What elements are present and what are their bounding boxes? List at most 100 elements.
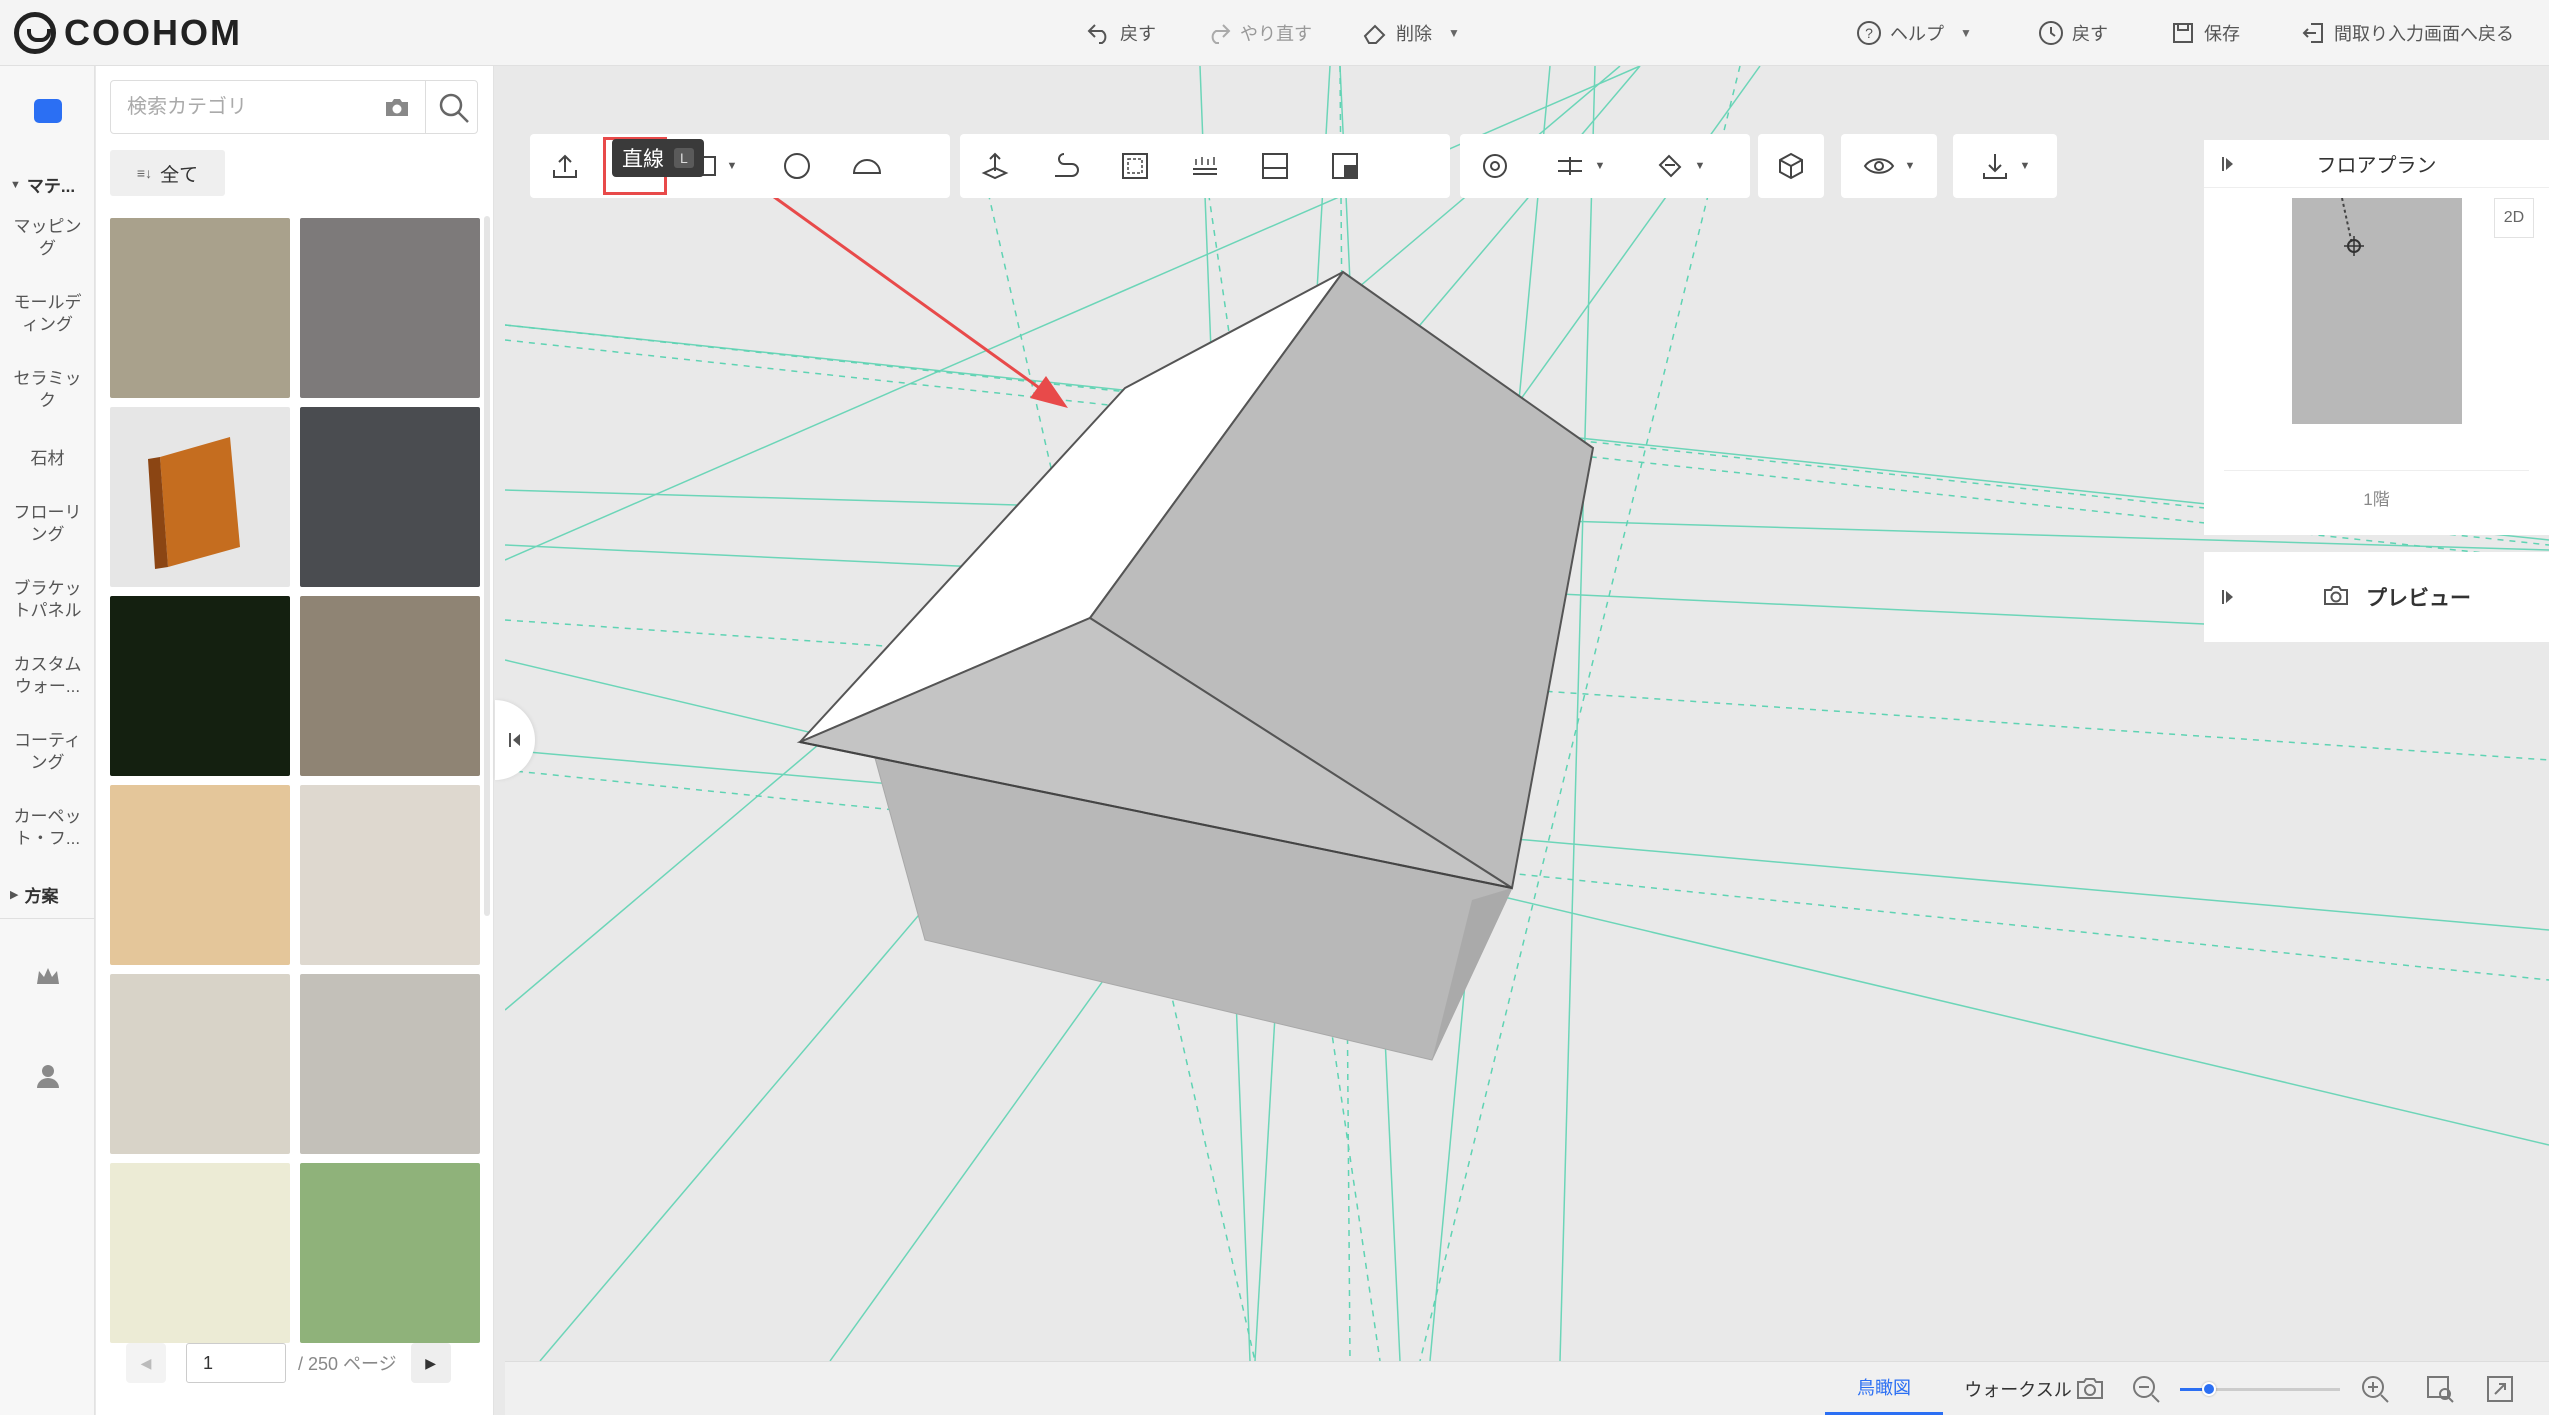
- chevron-down-icon: ▼: [1960, 26, 1972, 40]
- material-tile-green-paint[interactable]: [300, 1163, 480, 1343]
- zoom-slider[interactable]: [2180, 1382, 2340, 1396]
- import-button[interactable]: [530, 134, 600, 198]
- line-tool-tooltip: 直線 L: [612, 139, 704, 177]
- material-tile-maple[interactable]: [110, 785, 290, 965]
- section-materials-label: マテ...: [26, 177, 76, 196]
- tab-walkthrough[interactable]: ウォークスル: [1953, 1362, 2083, 1415]
- app-logo[interactable]: COOHOM: [14, 10, 242, 56]
- rail-item-custom-wall[interactable]: カスタムウォー...: [0, 654, 95, 698]
- chevron-down-icon: ▼: [2019, 160, 2031, 172]
- search-box: [110, 80, 478, 134]
- export-toolbar: ▼: [1953, 134, 2057, 198]
- material-tile-light-oak-planks[interactable]: [300, 596, 480, 776]
- rail-item-stone[interactable]: 石材: [0, 448, 95, 470]
- clock-icon: [2038, 20, 2064, 46]
- help-button[interactable]: ? ヘルプ ▼: [1856, 16, 1972, 50]
- follow-path-tool[interactable]: [1030, 134, 1100, 198]
- component-tool[interactable]: [1758, 134, 1824, 198]
- save-button[interactable]: 保存: [2170, 16, 2240, 50]
- split-tool[interactable]: [1240, 134, 1310, 198]
- export-tool[interactable]: ▼: [1953, 134, 2057, 198]
- prev-page-button[interactable]: ◀: [126, 1343, 166, 1383]
- redo-label: やり直す: [1240, 24, 1312, 44]
- undo-icon: [1086, 20, 1112, 46]
- fullscreen-icon[interactable]: [2485, 1374, 2515, 1404]
- panel-scrollbar[interactable]: [484, 216, 490, 916]
- zoom-out-icon[interactable]: [2131, 1374, 2161, 1404]
- tab-birdseye[interactable]: 鳥瞰図: [1825, 1362, 1943, 1415]
- floorplan-minimap[interactable]: [2292, 197, 2462, 424]
- group-tool[interactable]: [1310, 134, 1380, 198]
- list-filter-icon: ≡↓: [136, 165, 153, 181]
- expand-panel-icon[interactable]: [2204, 155, 2252, 173]
- section-materials[interactable]: ▼ マテ...: [10, 172, 75, 197]
- help-icon: ?: [1856, 20, 1882, 46]
- material-tile-dark-concrete[interactable]: [300, 407, 480, 587]
- arc-tool[interactable]: [832, 134, 902, 198]
- zoom-slider-handle[interactable]: [2201, 1382, 2216, 1396]
- material-tile-dark-green[interactable]: [110, 596, 290, 776]
- visibility-tool[interactable]: ▼: [1841, 134, 1937, 198]
- left-rail: ▼ マテ... マッピング モールディング セラミック 石材 フローリング ブラ…: [0, 66, 95, 1415]
- undo-label: 戻す: [1120, 24, 1156, 44]
- align-tool[interactable]: [1170, 134, 1240, 198]
- rail-item-mapping[interactable]: マッピング: [0, 216, 95, 260]
- rotate-tool[interactable]: [1460, 134, 1530, 198]
- preview-label: プレビュー: [2366, 587, 2471, 610]
- push-pull-tool[interactable]: [960, 134, 1030, 198]
- material-tile-wood-baseboard[interactable]: [110, 407, 290, 587]
- collapse-left-icon: [509, 733, 520, 747]
- offset-tool[interactable]: [1100, 134, 1170, 198]
- 2d-toggle-button[interactable]: 2D: [2494, 198, 2534, 238]
- cube-outline-icon: [1779, 152, 1803, 180]
- user-icon[interactable]: [34, 1062, 62, 1090]
- delete-button[interactable]: 削除 ▼: [1362, 16, 1460, 50]
- preview-panel: プレビュー: [2204, 552, 2549, 642]
- screenshot-camera-icon[interactable]: [2075, 1374, 2105, 1404]
- search-input[interactable]: [111, 95, 361, 119]
- section-plans-label: 方案: [24, 887, 59, 906]
- material-tile-marble-tile[interactable]: [300, 785, 480, 965]
- camera-icon[interactable]: [383, 95, 411, 119]
- preview-header[interactable]: プレビュー: [2204, 552, 2549, 642]
- materials-category-button[interactable]: [0, 66, 95, 156]
- zoom-in-icon[interactable]: [2360, 1374, 2390, 1404]
- rail-item-carpet[interactable]: カーペット・フ...: [0, 806, 95, 850]
- crown-icon[interactable]: [34, 964, 62, 992]
- search-icon[interactable]: [437, 91, 471, 125]
- rail-item-flooring[interactable]: フローリング: [0, 502, 95, 546]
- page-number-input[interactable]: 1: [186, 1343, 286, 1383]
- redo-button[interactable]: やり直す: [1206, 16, 1312, 50]
- model-toolbar: [960, 134, 1450, 198]
- history-button[interactable]: 戻す: [2038, 16, 2108, 50]
- exit-icon: [2300, 20, 2326, 46]
- undo-button[interactable]: 戻す: [1086, 16, 1156, 50]
- rail-item-bracket-panel[interactable]: ブラケットパネル: [0, 578, 95, 622]
- material-tile-plaid-fabric[interactable]: [110, 1163, 290, 1343]
- floorplan-header: フロアプラン: [2204, 140, 2549, 188]
- expand-panel-icon[interactable]: [2204, 588, 2252, 606]
- fit-view-icon[interactable]: [2425, 1374, 2455, 1404]
- help-label: ヘルプ: [1890, 24, 1944, 44]
- back-to-floorplan-button[interactable]: 間取り入力画面へ戻る: [2300, 16, 2514, 50]
- filter-all-button[interactable]: ≡↓ 全て: [110, 150, 225, 196]
- material-tile-weathered-wood[interactable]: [110, 218, 290, 398]
- tooltip-label: 直線: [622, 148, 664, 171]
- material-tile-gray-fabric[interactable]: [300, 218, 480, 398]
- eye-icon: [1863, 158, 1894, 174]
- chevron-down-icon: ▼: [1448, 26, 1460, 40]
- follow-path-icon: [1055, 153, 1079, 177]
- rail-item-ceramic[interactable]: セラミック: [0, 368, 95, 412]
- section-plans[interactable]: ▶ 方案: [10, 882, 58, 907]
- page-total-label: / 250 ページ: [298, 1354, 397, 1374]
- material-tile-light-ash[interactable]: [110, 974, 290, 1154]
- arc-icon: [852, 159, 882, 174]
- measure-tool[interactable]: ▼: [1530, 134, 1630, 198]
- paint-tool[interactable]: ▼: [1630, 134, 1730, 198]
- rail-item-coating[interactable]: コーティング: [0, 730, 95, 774]
- rail-item-molding[interactable]: モールディング: [0, 292, 95, 336]
- circle-tool[interactable]: [762, 134, 832, 198]
- material-tile-linen-gray[interactable]: [300, 974, 480, 1154]
- next-page-button[interactable]: ▶: [410, 1343, 451, 1383]
- floor-selector[interactable]: 1階: [2204, 485, 2549, 510]
